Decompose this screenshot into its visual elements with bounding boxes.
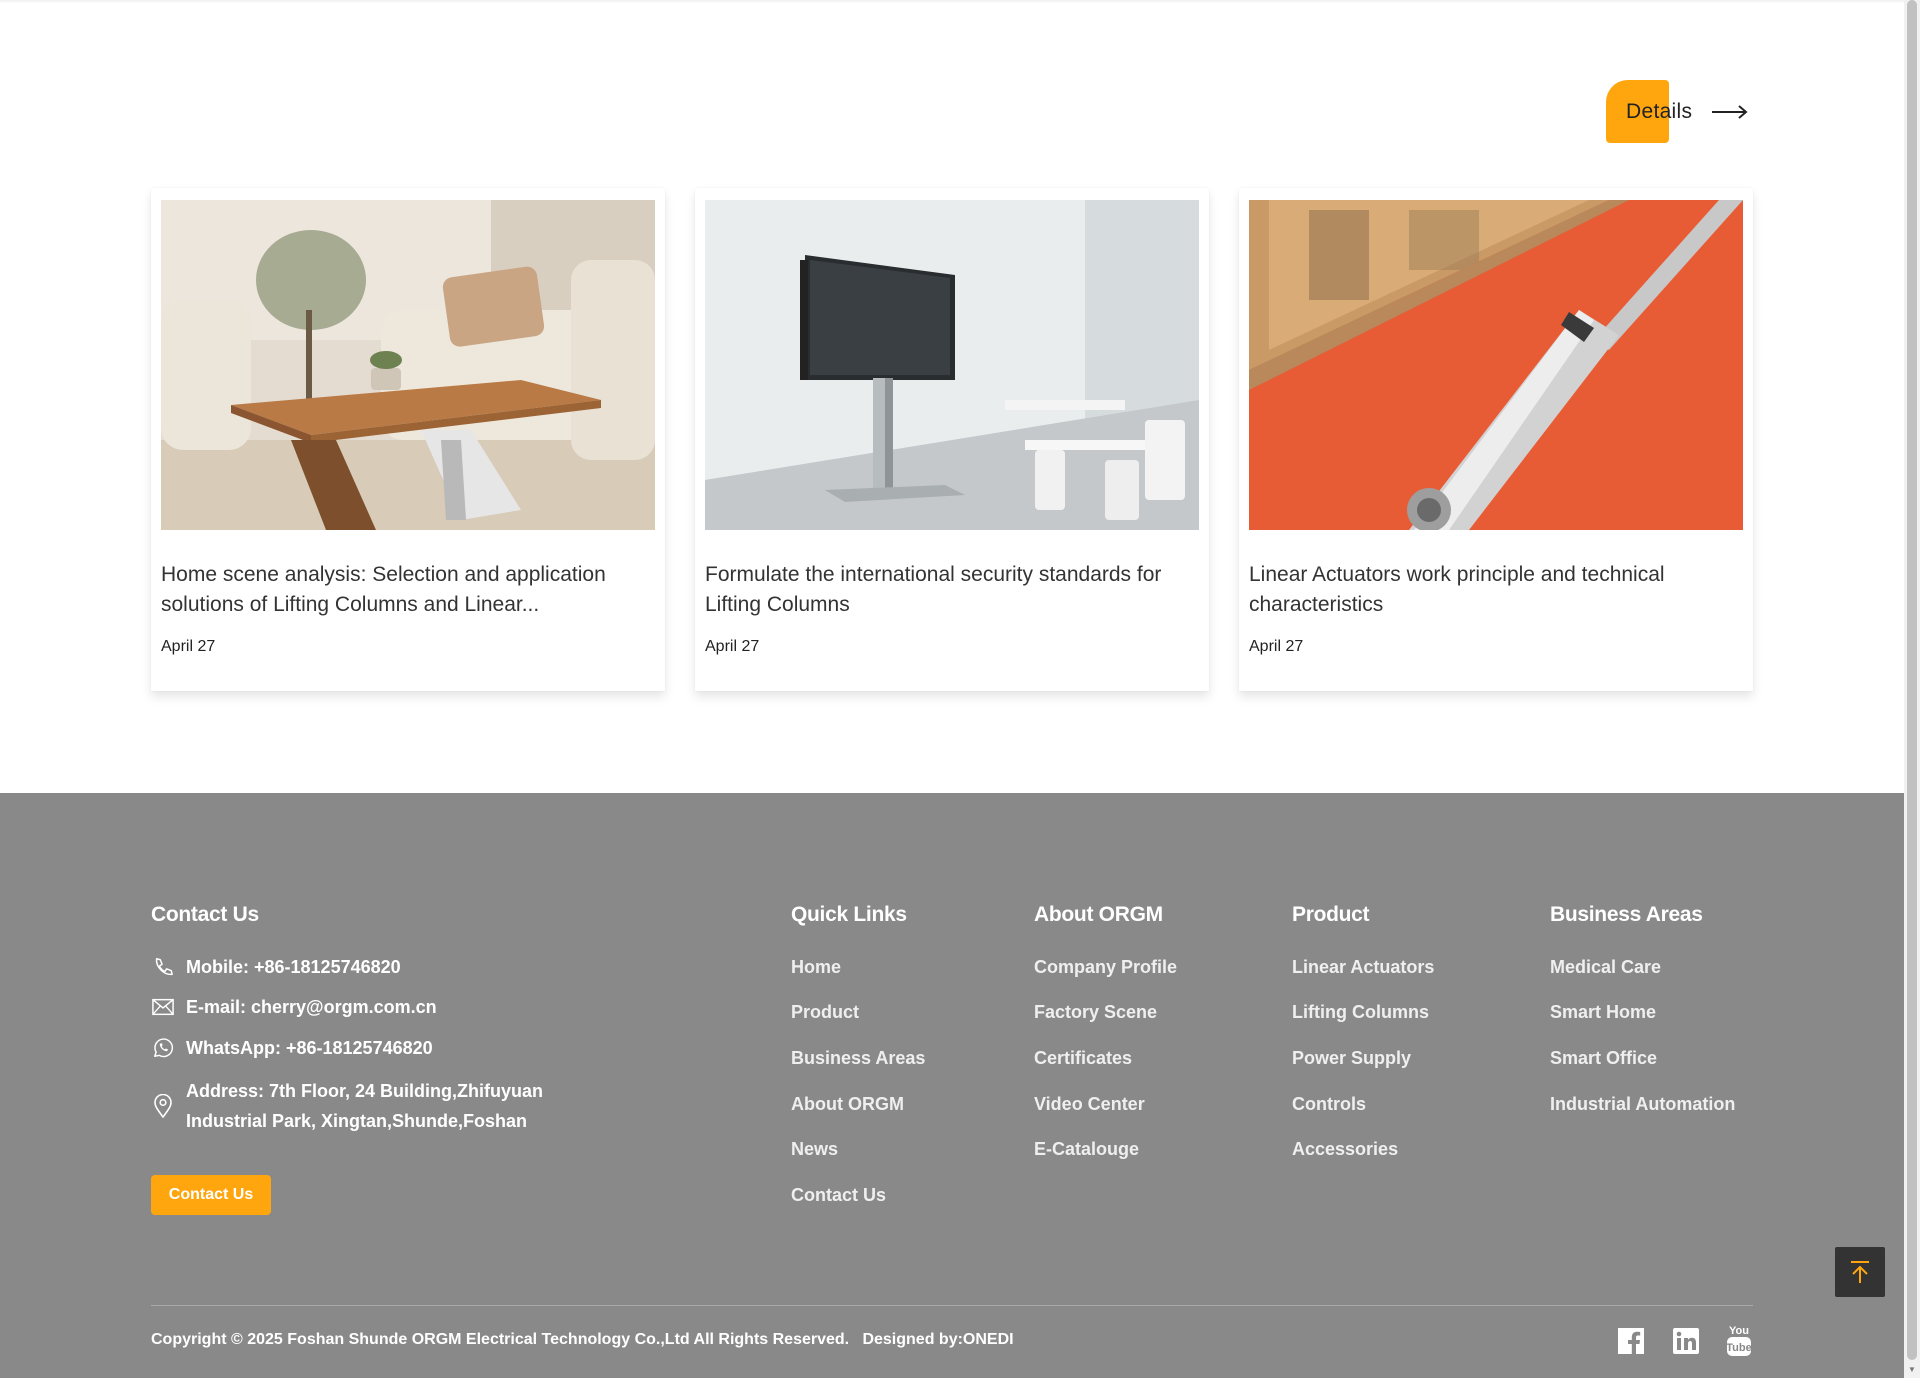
footer-link-accessories[interactable]: Accessories — [1292, 1139, 1398, 1160]
news-date: April 27 — [161, 638, 216, 655]
footer-link-linear-actuators[interactable]: Linear Actuators — [1292, 957, 1434, 978]
scroll-down-arrow-icon[interactable]: ▼ — [1908, 1365, 1916, 1374]
footer: Contact Us Mobile: +86-18125746820 E-mai… — [0, 793, 1904, 1378]
footer-link-e-catalogue[interactable]: E-Catalouge — [1034, 1139, 1139, 1160]
news-card[interactable]: Home scene analysis: Selection and appli… — [151, 188, 665, 691]
phone-icon — [151, 955, 175, 979]
news-image-linear-actuator[interactable] — [1249, 200, 1743, 530]
footer-link-industrial-automation[interactable]: Industrial Automation — [1550, 1094, 1735, 1115]
footer-divider — [151, 1305, 1753, 1306]
news-image-coffee-table[interactable] — [161, 200, 655, 530]
page-scrollbar[interactable]: ▼ — [1904, 0, 1920, 1378]
contact-email[interactable]: E-mail: cherry@orgm.com.cn — [151, 995, 437, 1019]
contact-us-button[interactable]: Contact Us — [151, 1175, 271, 1215]
facebook-icon[interactable] — [1617, 1326, 1645, 1356]
footer-link-smart-home[interactable]: Smart Home — [1550, 1002, 1656, 1023]
youtube-icon[interactable]: You Tube — [1726, 1323, 1752, 1357]
scrollbar-thumb[interactable] — [1907, 0, 1917, 1360]
footer-link-lifting-columns[interactable]: Lifting Columns — [1292, 1002, 1429, 1023]
news-title[interactable]: Formulate the international security sta… — [705, 560, 1199, 620]
contact-mobile-text: Mobile: +86-18125746820 — [186, 956, 401, 977]
address-line-1: Address: 7th Floor, 24 Building,Zhifuyua… — [186, 1081, 544, 1101]
location-pin-icon — [151, 1094, 175, 1118]
about-heading: About ORGM — [1034, 903, 1163, 926]
page: Details Home scene analysis: Selection a… — [0, 0, 1920, 1378]
footer-link-about[interactable]: About ORGM — [791, 1094, 904, 1115]
news-date: April 27 — [705, 638, 760, 655]
footer-link-certificates[interactable]: Certificates — [1034, 1048, 1132, 1069]
news-title[interactable]: Linear Actuators work principle and tech… — [1249, 560, 1743, 620]
contact-whatsapp-text: WhatsApp: +86-18125746820 — [186, 1037, 433, 1058]
top-divider — [0, 0, 1904, 3]
contact-heading: Contact Us — [151, 903, 259, 926]
linkedin-icon[interactable] — [1672, 1326, 1700, 1356]
youtube-icon-text-bottom: Tube — [1726, 1342, 1751, 1354]
news-date: April 27 — [1249, 638, 1304, 655]
copyright: Copyright © 2025 Foshan Shunde ORGM Elec… — [151, 1331, 1014, 1348]
footer-link-smart-office[interactable]: Smart Office — [1550, 1048, 1657, 1069]
contact-mobile[interactable]: Mobile: +86-18125746820 — [151, 955, 401, 979]
product-heading: Product — [1292, 903, 1370, 926]
details-label: Details — [1626, 99, 1693, 123]
whatsapp-icon — [151, 1036, 175, 1060]
news-list: Home scene analysis: Selection and appli… — [151, 188, 1753, 691]
news-title[interactable]: Home scene analysis: Selection and appli… — [161, 560, 655, 620]
arrow-right-icon — [1712, 104, 1748, 119]
footer-link-video-center[interactable]: Video Center — [1034, 1094, 1145, 1115]
contact-email-text: E-mail: cherry@orgm.com.cn — [186, 996, 437, 1017]
youtube-icon-text-top: You — [1729, 1325, 1749, 1337]
footer-link-factory-scene[interactable]: Factory Scene — [1034, 1002, 1157, 1023]
arrow-up-to-top-icon — [1851, 1261, 1869, 1283]
details-button[interactable]: Details — [1606, 80, 1748, 143]
footer-link-home[interactable]: Home — [791, 957, 841, 978]
footer-link-power-supply[interactable]: Power Supply — [1292, 1048, 1411, 1069]
news-card[interactable]: Formulate the international security sta… — [695, 188, 1209, 691]
footer-link-business-areas[interactable]: Business Areas — [791, 1048, 925, 1069]
contact-whatsapp[interactable]: WhatsApp: +86-18125746820 — [151, 1036, 433, 1060]
footer-link-medical-care[interactable]: Medical Care — [1550, 957, 1661, 978]
back-to-top-button[interactable] — [1835, 1247, 1885, 1297]
address-line-2: Industrial Park, Xingtan,Shunde,Foshan — [186, 1111, 528, 1131]
quick-links-heading: Quick Links — [791, 903, 907, 926]
business-areas-heading: Business Areas — [1550, 903, 1703, 926]
news-image-tv-stand[interactable] — [705, 200, 1199, 530]
footer-link-contact[interactable]: Contact Us — [791, 1185, 886, 1206]
contact-address-text: Address: 7th Floor, 24 Building,Zhifuyua… — [186, 1076, 543, 1136]
contact-address: Address: 7th Floor, 24 Building,Zhifuyua… — [151, 1076, 543, 1136]
footer-link-product[interactable]: Product — [791, 1002, 859, 1023]
mail-icon — [151, 995, 175, 1019]
footer-link-news[interactable]: News — [791, 1139, 838, 1160]
news-card[interactable]: Linear Actuators work principle and tech… — [1239, 188, 1753, 691]
footer-link-controls[interactable]: Controls — [1292, 1094, 1366, 1115]
footer-link-company-profile[interactable]: Company Profile — [1034, 957, 1177, 978]
